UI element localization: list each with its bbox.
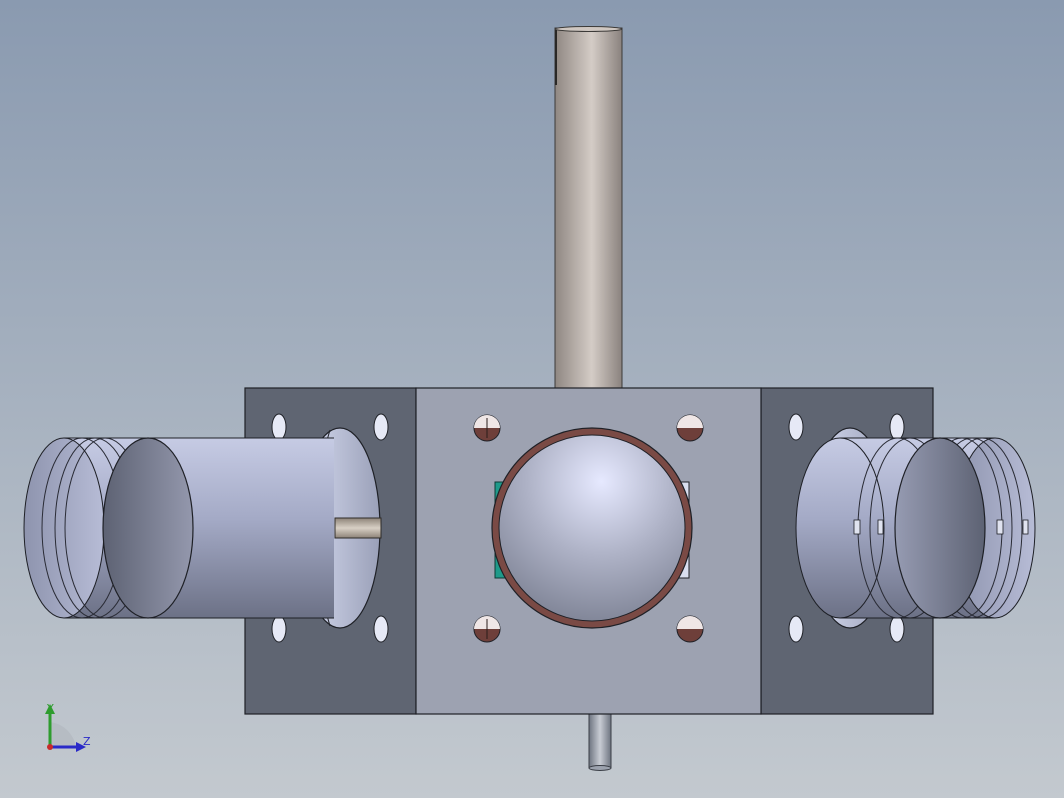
- x-axis-dot: [47, 744, 53, 750]
- assembly-scene[interactable]: Y Z: [0, 0, 1064, 798]
- vertical-shaft[interactable]: [554, 26, 623, 389]
- connecting-rod-left[interactable]: [334, 517, 382, 539]
- bearing-dome: [498, 434, 686, 622]
- model-viewport[interactable]: Y Z: [0, 0, 1064, 798]
- y-axis-label: Y: [46, 702, 54, 715]
- left-piston[interactable]: [23, 437, 334, 619]
- central-bearing[interactable]: [491, 427, 693, 629]
- bottom-stub-shaft[interactable]: [588, 711, 612, 771]
- right-piston-crown: [894, 437, 986, 619]
- left-piston-crown: [102, 437, 194, 619]
- z-axis-label: Z: [83, 735, 91, 748]
- right-piston[interactable]: [795, 437, 1036, 619]
